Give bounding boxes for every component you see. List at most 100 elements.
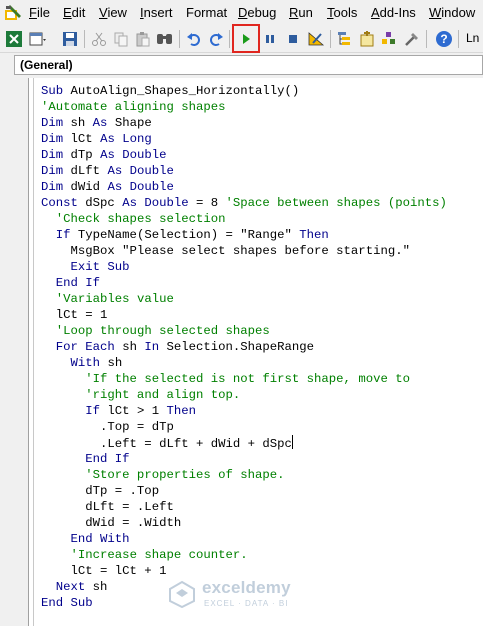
- code-line[interactable]: 'Store properties of shape.: [41, 467, 447, 483]
- menu-insert[interactable]: Insert: [140, 5, 173, 21]
- menu-view[interactable]: View: [99, 5, 127, 21]
- code-line[interactable]: End If: [41, 451, 447, 467]
- code-line[interactable]: Const dSpc As Double = 8 'Space between …: [41, 195, 447, 211]
- code-line[interactable]: 'Check shapes selection: [41, 211, 447, 227]
- code-window[interactable]: Sub AutoAlign_Shapes_Horizontally() 'Auto…: [28, 78, 483, 626]
- code-keyword: As Double: [100, 148, 167, 162]
- code-line[interactable]: dTp = .Top: [41, 483, 447, 499]
- code-keyword: End If: [55, 276, 101, 290]
- redo-icon[interactable]: [206, 29, 226, 49]
- menu-window[interactable]: Window: [429, 5, 475, 21]
- menu-format[interactable]: Format: [186, 5, 227, 21]
- code-line[interactable]: MsgBox "Please select shapes before star…: [41, 243, 447, 259]
- menu-debug[interactable]: Debug: [238, 5, 276, 21]
- menu-add-ins[interactable]: Add-Ins: [371, 5, 416, 21]
- code-text: sh: [107, 356, 123, 370]
- code-comment: 'Store properties of shape.: [85, 468, 285, 482]
- code-text: dSpc: [85, 196, 123, 210]
- code-line[interactable]: With sh: [41, 355, 447, 371]
- code-text: dTp: [70, 148, 101, 162]
- insert-userform-icon[interactable]: [27, 29, 47, 49]
- menu-edit[interactable]: Edit: [63, 5, 85, 21]
- code-line[interactable]: If TypeName(Selection) = "Range" Then: [41, 227, 447, 243]
- menu-tools[interactable]: Tools: [327, 5, 357, 21]
- code-line[interactable]: 'Loop through selected shapes: [41, 323, 447, 339]
- code-editor[interactable]: Sub AutoAlign_Shapes_Horizontally() 'Auto…: [41, 83, 447, 611]
- menu-file[interactable]: File: [29, 5, 50, 21]
- properties-window-icon[interactable]: [357, 29, 377, 49]
- code-comment: 'right and align top.: [85, 388, 241, 402]
- code-text: AutoAlign_Shapes_Horizontally(): [70, 84, 300, 98]
- svg-text:?: ?: [440, 32, 447, 46]
- help-icon[interactable]: ?: [434, 29, 454, 49]
- watermark-tagline: EXCEL · DATA · BI: [204, 599, 289, 608]
- toolbox-icon[interactable]: [402, 29, 422, 49]
- paste-icon[interactable]: [133, 29, 153, 49]
- code-text: lCt > 1: [107, 404, 167, 418]
- code-comment: 'Check shapes selection: [55, 212, 226, 226]
- code-line[interactable]: Dim dWid As Double: [41, 179, 447, 195]
- code-keyword: With: [70, 356, 108, 370]
- text-caret: [291, 435, 293, 449]
- code-line[interactable]: .Top = dTp: [41, 419, 447, 435]
- code-line[interactable]: dLft = .Left: [41, 499, 447, 515]
- code-margin-indicator-bar[interactable]: [29, 78, 34, 626]
- code-line[interactable]: 'Variables value: [41, 291, 447, 307]
- menu-run[interactable]: Run: [289, 5, 313, 21]
- code-line[interactable]: 'If the selected is not first shape, mov…: [41, 371, 447, 387]
- code-line[interactable]: lCt = 1: [41, 307, 447, 323]
- break-icon[interactable]: [260, 29, 280, 49]
- project-explorer-icon[interactable]: [335, 29, 355, 49]
- code-line[interactable]: Dim dTp As Double: [41, 147, 447, 163]
- code-line[interactable]: 'Increase shape counter.: [41, 547, 447, 563]
- code-line[interactable]: 'Automate aligning shapes: [41, 99, 447, 115]
- code-comment: 'Variables value: [55, 292, 174, 306]
- exceldemy-watermark: exceldemy EXCEL · DATA · BI: [168, 578, 318, 612]
- code-line[interactable]: Dim sh As Shape: [41, 115, 447, 131]
- code-keyword: As Double: [107, 180, 174, 194]
- code-keyword: Next: [55, 580, 93, 594]
- design-mode-icon[interactable]: [306, 29, 326, 49]
- find-icon[interactable]: [155, 29, 175, 49]
- object-browser-icon[interactable]: [379, 29, 399, 49]
- vba-app-icon[interactable]: [4, 4, 22, 22]
- code-keyword: If: [55, 228, 78, 242]
- code-text: TypeName(Selection) = "Range": [77, 228, 300, 242]
- code-line[interactable]: End With: [41, 531, 447, 547]
- code-line[interactable]: 'right and align top.: [41, 387, 447, 403]
- code-line[interactable]: End If: [41, 275, 447, 291]
- code-text: .Top = dTp: [41, 420, 174, 434]
- menu-bar: File Edit View Insert Format Debug Run T…: [0, 0, 483, 26]
- code-line[interactable]: Sub AutoAlign_Shapes_Horizontally(): [41, 83, 447, 99]
- reset-icon[interactable]: [283, 29, 303, 49]
- copy-icon[interactable]: [111, 29, 131, 49]
- code-line[interactable]: If lCt > 1 Then: [41, 403, 447, 419]
- code-line[interactable]: dWid = .Width: [41, 515, 447, 531]
- object-dropdown[interactable]: (General): [14, 55, 483, 75]
- code-keyword: Dim: [41, 132, 71, 146]
- code-line[interactable]: For Each sh In Selection.ShapeRange: [41, 339, 447, 355]
- code-comment: 'Increase shape counter.: [70, 548, 248, 562]
- code-comment: 'If the selected is not first shape, mov…: [85, 372, 410, 386]
- code-comment: 'Loop through selected shapes: [55, 324, 270, 338]
- save-icon[interactable]: [60, 29, 80, 49]
- code-text: MsgBox "Please select shapes before star…: [41, 244, 410, 258]
- code-keyword: As Long: [100, 132, 152, 146]
- code-line[interactable]: Dim dLft As Double: [41, 163, 447, 179]
- excel-view-icon[interactable]: [4, 29, 24, 49]
- code-line[interactable]: Dim lCt As Long: [41, 131, 447, 147]
- code-text: dLft = .Left: [41, 500, 174, 514]
- cut-icon[interactable]: [89, 29, 109, 49]
- code-line[interactable]: .Left = dLft + dWid + dSpc: [41, 435, 447, 451]
- undo-icon[interactable]: [184, 29, 204, 49]
- code-line[interactable]: lCt = lCt + 1: [41, 563, 447, 579]
- object-dropdown-value: (General): [20, 58, 73, 72]
- code-text: dWid = .Width: [41, 516, 182, 530]
- code-line[interactable]: Exit Sub: [41, 259, 447, 275]
- code-comment: 'Automate aligning shapes: [41, 100, 226, 114]
